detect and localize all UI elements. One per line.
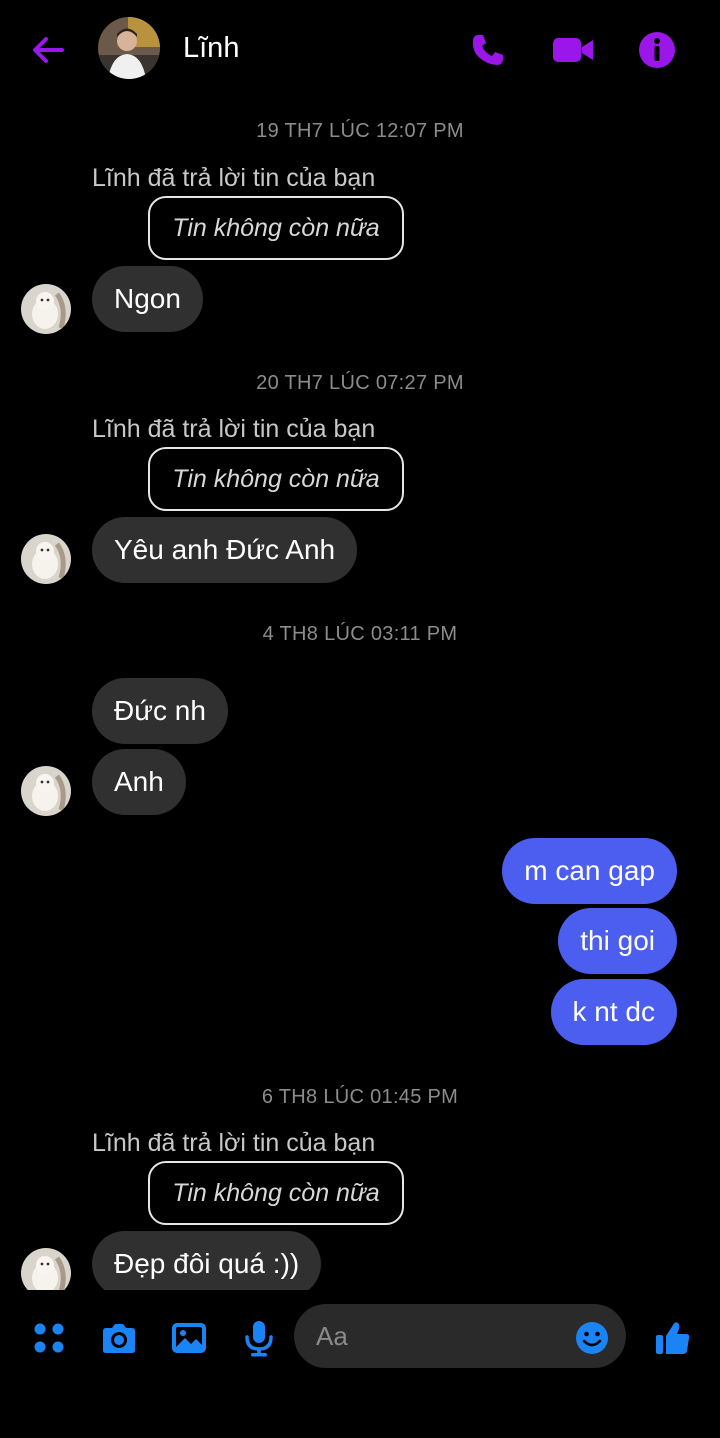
back-button[interactable] [28, 30, 68, 70]
composer-bar [0, 1290, 720, 1438]
conversation-info-button[interactable] [635, 28, 679, 72]
thumbs-up-icon [656, 1322, 690, 1354]
video-camera-icon [553, 38, 593, 62]
outgoing-message[interactable]: k nt dc [550, 979, 677, 1045]
apps-menu-icon [34, 1323, 64, 1353]
microphone-icon [245, 1321, 273, 1357]
timestamp: 20 TH7 LÚC 07:27 PM [256, 372, 464, 394]
message-list[interactable]: 19 TH7 LÚC 12:07 PM Lĩnh đã trả lời tin … [0, 100, 720, 1290]
reply-note: Lĩnh đã trả lời tin của bạn [92, 415, 376, 443]
voice-record-button[interactable] [239, 1318, 279, 1358]
sender-avatar[interactable] [21, 284, 71, 334]
contact-avatar[interactable] [98, 17, 160, 79]
contact-name[interactable]: Lĩnh [183, 32, 239, 65]
incoming-message[interactable]: Ngon [92, 266, 203, 332]
voice-call-button[interactable] [466, 28, 510, 72]
outgoing-message[interactable]: m can gap [502, 838, 677, 904]
sender-avatar[interactable] [21, 534, 71, 584]
timestamp: 6 TH8 LÚC 01:45 PM [261, 1086, 459, 1108]
reply-quote[interactable]: Tin không còn nữa [148, 447, 404, 511]
outgoing-message[interactable]: thi goi [558, 908, 677, 974]
gallery-button[interactable] [169, 1318, 209, 1358]
video-call-button[interactable] [551, 28, 595, 72]
incoming-message[interactable]: Anh [92, 749, 186, 815]
sender-avatar[interactable] [21, 766, 71, 816]
emoji-icon [576, 1322, 608, 1354]
phone-icon [472, 35, 503, 65]
reply-quote[interactable]: Tin không còn nữa [148, 196, 404, 260]
timestamp: 19 TH7 LÚC 12:07 PM [256, 120, 464, 142]
reply-note: Lĩnh đã trả lời tin của bạn [92, 164, 376, 192]
incoming-message[interactable]: Đức nh [92, 678, 228, 744]
reply-quote[interactable]: Tin không còn nữa [148, 1161, 404, 1225]
gallery-icon [172, 1323, 206, 1353]
incoming-message[interactable]: Yêu anh Đức Anh [92, 517, 358, 583]
incoming-message[interactable]: Đẹp đôi quá :)) [92, 1231, 322, 1290]
emoji-button[interactable] [574, 1320, 610, 1356]
chat-header: Lĩnh [0, 0, 720, 100]
sender-avatar[interactable] [21, 1248, 71, 1290]
camera-icon [103, 1324, 135, 1353]
camera-button[interactable] [99, 1318, 139, 1358]
reply-note: Lĩnh đã trả lời tin của bạn [92, 1129, 376, 1157]
apps-button[interactable] [29, 1318, 69, 1358]
arrow-left-icon [33, 37, 64, 63]
info-icon [639, 32, 675, 68]
timestamp: 4 TH8 LÚC 03:11 PM [262, 623, 458, 645]
like-button[interactable] [653, 1318, 693, 1358]
